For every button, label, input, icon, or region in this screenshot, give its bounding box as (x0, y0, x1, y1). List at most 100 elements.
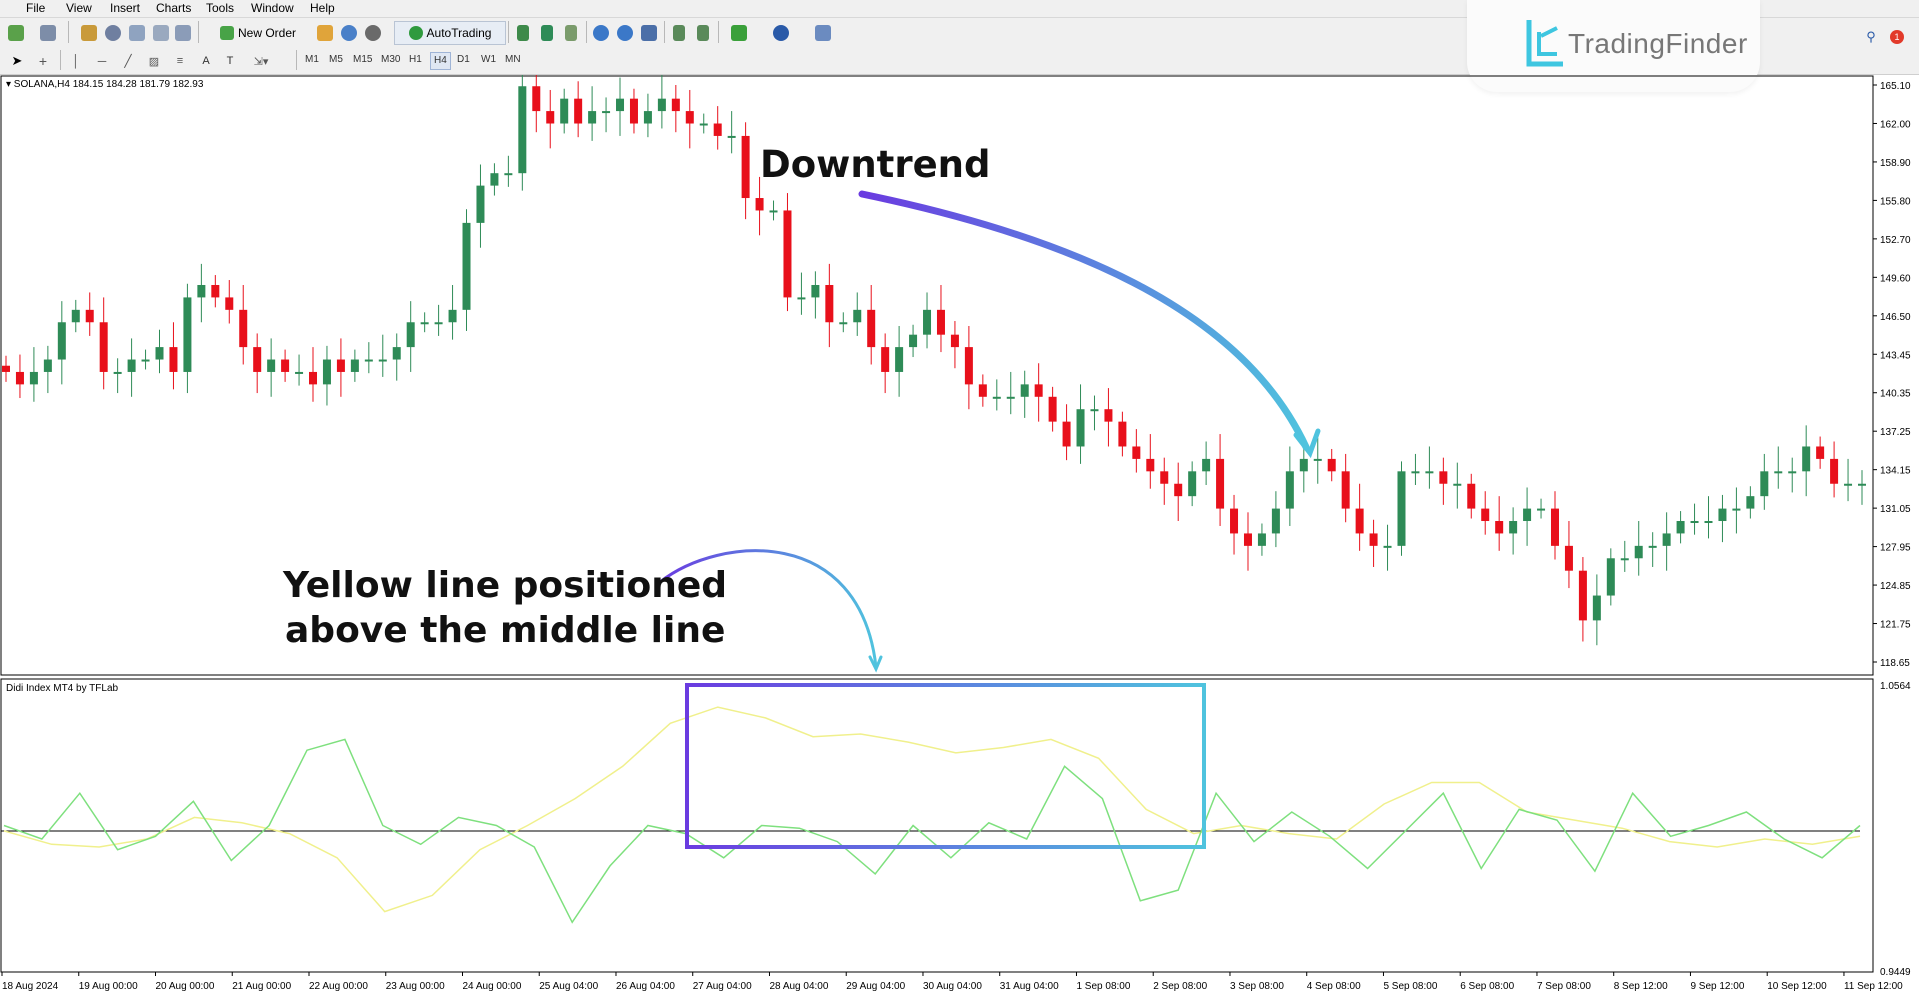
terminal-button[interactable] (150, 22, 172, 44)
candle (1592, 595, 1601, 621)
price-label: 158.90 (1880, 158, 1911, 169)
autotrading-label: AutoTrading (426, 26, 492, 40)
candle (490, 173, 499, 186)
search-button[interactable]: ⚲ (1862, 26, 1880, 48)
label-button[interactable]: T (220, 50, 240, 72)
bar-chart-icon (517, 25, 529, 41)
candle (197, 284, 206, 298)
candle (1481, 508, 1490, 522)
menu-insert[interactable]: Insert (110, 1, 140, 15)
templates-button[interactable] (806, 22, 840, 44)
new-chart-button[interactable] (4, 22, 28, 44)
candle (1439, 471, 1448, 484)
vertical-line-button[interactable]: │ (66, 50, 86, 72)
candle (1844, 483, 1853, 486)
candle (1788, 471, 1797, 474)
menu-help[interactable]: Help (310, 1, 335, 15)
chart-shift-button[interactable] (692, 22, 714, 44)
timeframe-d1[interactable]: D1 (454, 52, 473, 68)
time-label: 22 Aug 00:00 (309, 981, 368, 992)
menu-tools[interactable]: Tools (206, 1, 234, 15)
zoom-out-button[interactable] (614, 22, 636, 44)
crosshair-button[interactable]: + (32, 50, 54, 72)
menu-view[interactable]: View (66, 1, 92, 15)
zoom-in-button[interactable] (590, 22, 612, 44)
indicators-button[interactable] (722, 22, 756, 44)
notifications-button[interactable]: 1 (1886, 26, 1908, 48)
time-label: 30 Aug 04:00 (923, 981, 982, 992)
channel-button[interactable]: ▨ (144, 50, 164, 72)
menu-window[interactable]: Window (251, 1, 294, 15)
signals-button[interactable] (338, 22, 360, 44)
horizontal-line-button[interactable]: ─ (92, 50, 112, 72)
menu-file[interactable]: File (26, 1, 45, 15)
new-order-button[interactable]: New Order (204, 22, 312, 44)
arrows-button[interactable]: ⇲▾ (244, 50, 278, 72)
periods-button[interactable] (764, 22, 798, 44)
candle (85, 309, 94, 323)
timeframe-w1[interactable]: W1 (478, 52, 499, 68)
candle (811, 284, 820, 298)
tester-button[interactable] (172, 22, 194, 44)
cursor-button[interactable]: ➤ (6, 50, 28, 72)
globe-icon (365, 25, 381, 41)
candle (839, 322, 848, 325)
time-label: 29 Aug 04:00 (846, 981, 905, 992)
candle (909, 334, 918, 348)
menu-charts[interactable]: Charts (156, 1, 191, 15)
community-button[interactable] (362, 22, 384, 44)
chart-area[interactable]: ▾ SOLANA,H4 184.15 184.28 181.79 182.93 D… (0, 75, 1919, 996)
auto-scroll-icon (673, 25, 685, 41)
time-label: 24 Aug 00:00 (462, 981, 521, 992)
timeframe-m15[interactable]: M15 (350, 52, 375, 68)
downtrend-annotation: Downtrend (760, 143, 991, 186)
candle (713, 123, 722, 136)
candle (1299, 458, 1308, 472)
candle (783, 210, 792, 298)
market-watch-button[interactable] (78, 22, 100, 44)
candle (867, 309, 876, 348)
line-chart-button[interactable] (560, 22, 582, 44)
profiles-button[interactable] (36, 22, 60, 44)
fibonacci-button[interactable]: ≡ (170, 50, 190, 72)
data-window-button[interactable] (126, 22, 148, 44)
candle (671, 98, 680, 112)
timeframe-m1[interactable]: M1 (302, 52, 322, 68)
timeframe-mn[interactable]: MN (502, 52, 524, 68)
metaeditor-button[interactable] (314, 22, 336, 44)
profiles-icon (40, 25, 56, 41)
candlestick-button[interactable] (536, 22, 558, 44)
price-label: 165.10 (1880, 81, 1911, 92)
navigator-button[interactable] (102, 22, 124, 44)
data-window-icon (129, 25, 145, 41)
timeframe-h4[interactable]: H4 (430, 52, 451, 70)
time-label: 3 Sep 08:00 (1230, 981, 1284, 992)
candle (1062, 421, 1071, 447)
autotrading-button[interactable]: AutoTrading (394, 21, 506, 45)
text-button[interactable]: A (196, 50, 216, 72)
candle (1564, 545, 1573, 571)
timeframe-m5[interactable]: M5 (326, 52, 346, 68)
candle (1160, 471, 1169, 484)
candle (685, 111, 694, 124)
candle (392, 347, 401, 360)
candle (532, 86, 541, 112)
tile-windows-button[interactable] (638, 22, 660, 44)
candle (281, 359, 290, 372)
timeframe-m30[interactable]: M30 (378, 52, 403, 68)
candle (1858, 483, 1866, 486)
horizontal-line-icon: ─ (97, 54, 107, 68)
candle (1313, 458, 1322, 461)
tradingfinder-logo-icon (1526, 20, 1563, 67)
bar-chart-button[interactable] (512, 22, 534, 44)
candle (1104, 409, 1113, 422)
candle (239, 309, 248, 348)
candle (1774, 471, 1783, 474)
candle (853, 309, 862, 323)
candle (1118, 421, 1127, 447)
timeframe-h1[interactable]: H1 (406, 52, 425, 68)
auto-scroll-button[interactable] (668, 22, 690, 44)
candle (1509, 521, 1518, 534)
trendline-button[interactable]: ╱ (118, 50, 138, 72)
didi-slow-line (3, 706, 1861, 913)
